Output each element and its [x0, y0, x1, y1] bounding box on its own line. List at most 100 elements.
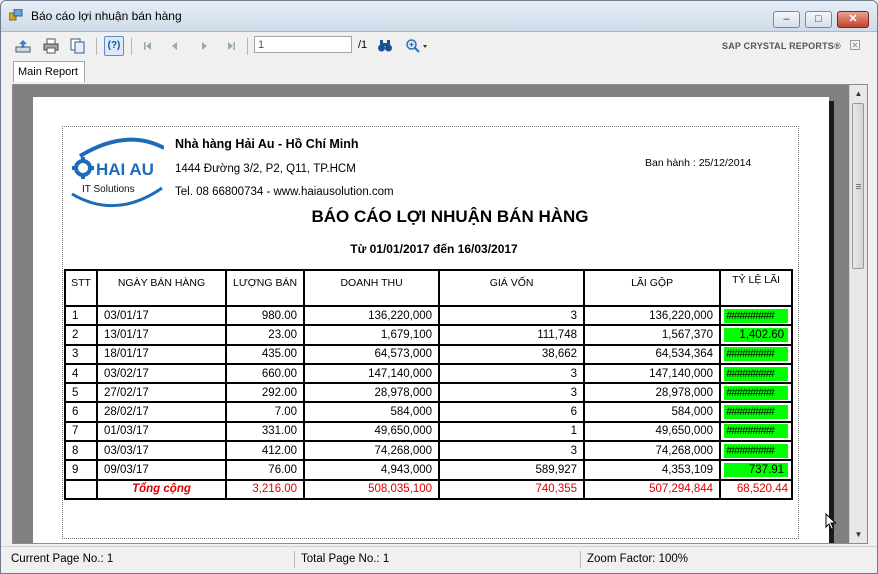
scrollbar-thumb[interactable] — [852, 103, 864, 269]
header-quantity: LƯỢNG BÁN — [224, 269, 306, 307]
scroll-down-icon[interactable]: ▼ — [850, 526, 867, 543]
cell-cost: 3 — [438, 440, 586, 462]
maximize-button[interactable]: □ — [805, 11, 832, 28]
cell-cost: 38,662 — [438, 343, 586, 365]
brand-close-icon[interactable]: ✕ — [850, 40, 860, 50]
cell-revenue: 4,943,000 — [303, 459, 441, 481]
next-page-button[interactable] — [194, 36, 214, 56]
table-row: 7 01/03/17 331.00 49,650,000 1 49,650,000 ####… — [64, 420, 794, 443]
table-row: 4 03/02/17 660.00 147,140,000 3 147,140,000 ##… — [64, 362, 794, 385]
total-quantity: 3,216.00 — [224, 478, 306, 500]
export-button[interactable] — [13, 36, 33, 56]
cell-profit: 28,978,000 — [583, 382, 722, 404]
cell-revenue: 136,220,000 — [303, 304, 441, 327]
cell-profit: 136,220,000 — [583, 304, 722, 327]
table-row: 6 28/02/17 7.00 584,000 6 584,000 ######### — [64, 401, 794, 423]
cell-ratio: 1,402.60 — [719, 324, 794, 346]
cell-date: 03/02/17 — [96, 362, 227, 385]
vertical-scrollbar[interactable]: ▲ ▼ — [849, 85, 867, 543]
report-viewer[interactable]: HAI AU IT Solutions Nhà hàng Hải Au - Hồ… — [12, 84, 868, 544]
report-period-text: Từ 01/01/2017 đến 16/03/2017 — [350, 242, 518, 256]
first-page-icon — [144, 42, 151, 50]
previous-page-button[interactable] — [165, 36, 185, 56]
export-icon — [15, 40, 31, 53]
last-page-button[interactable] — [221, 36, 241, 56]
cell-quantity: 23.00 — [224, 324, 306, 346]
next-page-icon — [202, 42, 207, 50]
app-icon — [9, 9, 23, 21]
first-page-button[interactable] — [138, 36, 158, 56]
cell-date: 01/03/17 — [96, 420, 227, 443]
scroll-up-icon[interactable]: ▲ — [850, 85, 867, 102]
company-name: Nhà hàng Hải Au - Hồ Chí Minh — [175, 137, 359, 151]
ratio-value: ######### — [724, 308, 789, 323]
table-row: 8 03/03/17 412.00 74,268,000 3 74,268,000 ####… — [64, 440, 794, 462]
cell-revenue: 28,978,000 — [303, 382, 441, 404]
ratio-value: ######### — [724, 366, 789, 381]
cell-date: 13/01/17 — [96, 324, 227, 346]
cell-quantity: 331.00 — [224, 420, 306, 443]
cell-cost: 3 — [438, 362, 586, 385]
cell-revenue: 584,000 — [303, 401, 441, 423]
header-cost: GIÁ VỐN — [438, 269, 586, 307]
window-title: Báo cáo lợi nhuận bán hàng — [31, 9, 182, 23]
current-page-status: Current Page No.: 1 — [7, 551, 295, 568]
cell-quantity: 660.00 — [224, 362, 306, 385]
page-number-input[interactable] — [254, 36, 352, 53]
toolbar-separator — [96, 38, 97, 55]
table-row: 9 09/03/17 76.00 4,943,000 589,927 4,353,109 7… — [64, 459, 794, 481]
zoom-icon — [406, 39, 427, 53]
cell-quantity: 412.00 — [224, 440, 306, 462]
cell-revenue: 1,679,100 — [303, 324, 441, 346]
title-bar[interactable]: Báo cáo lợi nhuận bán hàng – □ ✕ — [1, 1, 877, 32]
close-button[interactable]: ✕ — [837, 11, 869, 28]
zoom-button[interactable] — [403, 36, 429, 56]
total-ratio: 68,520.44 — [719, 478, 794, 500]
total-page-status: Total Page No.: 1 — [297, 551, 581, 568]
find-button[interactable] — [375, 36, 395, 56]
report-window: Báo cáo lợi nhuận bán hàng – □ ✕ (?) SAP… — [0, 0, 878, 574]
cell-profit: 1,567,370 — [583, 324, 722, 346]
tab-main-report[interactable]: Main Report — [13, 61, 85, 82]
cell-date: 03/03/17 — [96, 440, 227, 462]
ratio-value: ######### — [724, 424, 789, 439]
crystal-reports-brand: SAP CRYSTAL REPORTS® — [722, 41, 841, 51]
print-icon — [43, 38, 59, 54]
report-toolbar: (?) SAP CRYSTAL REPORTS® ✕ — [1, 32, 877, 60]
page-shadow — [829, 101, 834, 543]
total-revenue: 508,035,100 — [303, 478, 441, 500]
toolbar-separator — [247, 38, 248, 55]
mouse-cursor-icon — [825, 513, 837, 531]
total-label: Tổng cộng — [96, 478, 227, 500]
logo-tagline: IT Solutions — [82, 184, 135, 195]
cell-date: 28/02/17 — [96, 401, 227, 423]
close-icon: ✕ — [848, 13, 858, 25]
grip-icon — [856, 184, 861, 185]
cell-revenue: 64,573,000 — [303, 343, 441, 365]
cell-stt: 5 — [64, 382, 98, 404]
cell-ratio: 737.91 — [719, 459, 794, 481]
minimize-button[interactable]: – — [773, 11, 800, 28]
copy-button[interactable] — [68, 36, 88, 56]
last-page-icon — [228, 42, 235, 50]
cell-ratio: ######### — [719, 362, 794, 385]
ratio-value: ######### — [724, 347, 789, 362]
help-button[interactable]: (?) — [104, 36, 124, 56]
cell-profit: 49,650,000 — [583, 420, 722, 443]
minimize-icon: – — [783, 13, 790, 25]
cell-cost: 3 — [438, 304, 586, 327]
cell-cost: 111,748 — [438, 324, 586, 346]
report-title-text: BÁO CÁO LỢI NHUẬN BÁN HÀNG — [311, 207, 589, 226]
header-ratio: TỶ LỆ LÃI — [719, 269, 794, 307]
cell-ratio: ######### — [719, 401, 794, 423]
cell-profit: 584,000 — [583, 401, 722, 423]
report-page: HAI AU IT Solutions Nhà hàng Hải Au - Hồ… — [33, 97, 829, 543]
company-contact: Tel. 08 66800734 - www.haiausolution.com — [175, 186, 394, 198]
cell-quantity: 76.00 — [224, 459, 306, 481]
report-period: Từ 01/01/2017 đến 16/03/2017 — [33, 242, 829, 256]
cell-stt: 4 — [64, 362, 98, 385]
table-row: 5 27/02/17 292.00 28,978,000 3 28,978,000 ####… — [64, 382, 794, 404]
print-button[interactable] — [41, 36, 61, 56]
cell-stt: 1 — [64, 304, 98, 327]
binoculars-icon — [378, 40, 392, 52]
